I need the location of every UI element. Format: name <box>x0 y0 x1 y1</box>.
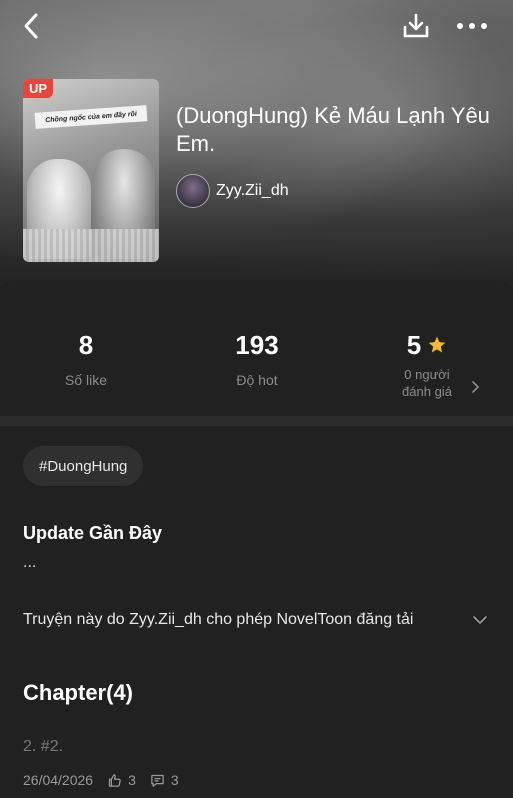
rating-count-line1: 0 người <box>404 367 450 382</box>
stats-row: 8 Số like 193 Độ hot 5 0 người đánh giá <box>0 280 513 410</box>
section-divider <box>0 416 513 426</box>
likes-stat: 8 Số like <box>26 330 146 388</box>
comment-icon <box>151 774 164 787</box>
more-button[interactable] <box>452 6 492 46</box>
chapter-title[interactable]: 2. #2. <box>23 738 63 756</box>
chevron-down-icon[interactable] <box>472 614 488 626</box>
update-text: ... <box>23 554 37 571</box>
book-header: Chồng ngốc của em đây rồi UP (DuongHung)… <box>0 0 513 300</box>
book-title: (DuongHung) Kẻ Máu Lạnh Yêu Em. <box>176 103 490 156</box>
chapter-meta: 26/04/2026 3 3 <box>23 772 179 788</box>
download-button[interactable] <box>396 6 436 46</box>
chapter-likes: 3 <box>107 772 136 788</box>
hot-label: Độ hot <box>236 372 278 388</box>
update-heading: Update Gần Đây <box>23 523 163 543</box>
download-icon <box>403 13 429 38</box>
chapter-date: 26/04/2026 <box>23 772 94 788</box>
author-name: Zyy.Zii_dh <box>216 182 289 199</box>
book-cover[interactable]: Chồng ngốc của em đây rồi UP <box>23 79 159 262</box>
update-badge: UP <box>23 79 54 98</box>
rating-value-row: 5 <box>367 330 487 360</box>
chevron-left-icon <box>24 13 38 39</box>
cover-newspaper <box>23 229 159 262</box>
likes-label: Số like <box>64 372 108 388</box>
back-button[interactable] <box>12 6 52 46</box>
permission-notice[interactable]: Truyện này do Zyy.Zii_dh cho phép NovelT… <box>23 611 469 629</box>
more-horizontal-icon <box>457 23 487 29</box>
rating-value: 5 <box>406 330 422 360</box>
cover-caption: Chồng ngốc của em đây rồi <box>34 105 148 129</box>
likes-value: 8 <box>78 330 94 360</box>
star-icon <box>428 336 446 353</box>
hot-stat: 193 Độ hot <box>197 330 317 388</box>
author-link[interactable]: Zyy.Zii_dh <box>176 174 289 208</box>
rating-stat[interactable]: 5 0 người đánh giá <box>367 330 487 400</box>
thumbs-up-icon <box>108 773 121 787</box>
chapter-likes-count: 3 <box>128 772 136 788</box>
avatar <box>176 174 210 208</box>
book-detail-panel: 8 Số like 193 Độ hot 5 0 người đánh giá … <box>0 280 513 798</box>
hot-value: 193 <box>235 330 279 360</box>
chevron-right-icon[interactable] <box>470 380 480 394</box>
chapter-comments-count: 3 <box>170 772 179 788</box>
chapters-heading: Chapter(4) <box>23 680 134 705</box>
tag-chip[interactable]: #DuongHung <box>23 446 144 486</box>
rating-count-line2: đánh giá <box>402 384 452 399</box>
chapter-comments: 3 <box>150 772 179 788</box>
